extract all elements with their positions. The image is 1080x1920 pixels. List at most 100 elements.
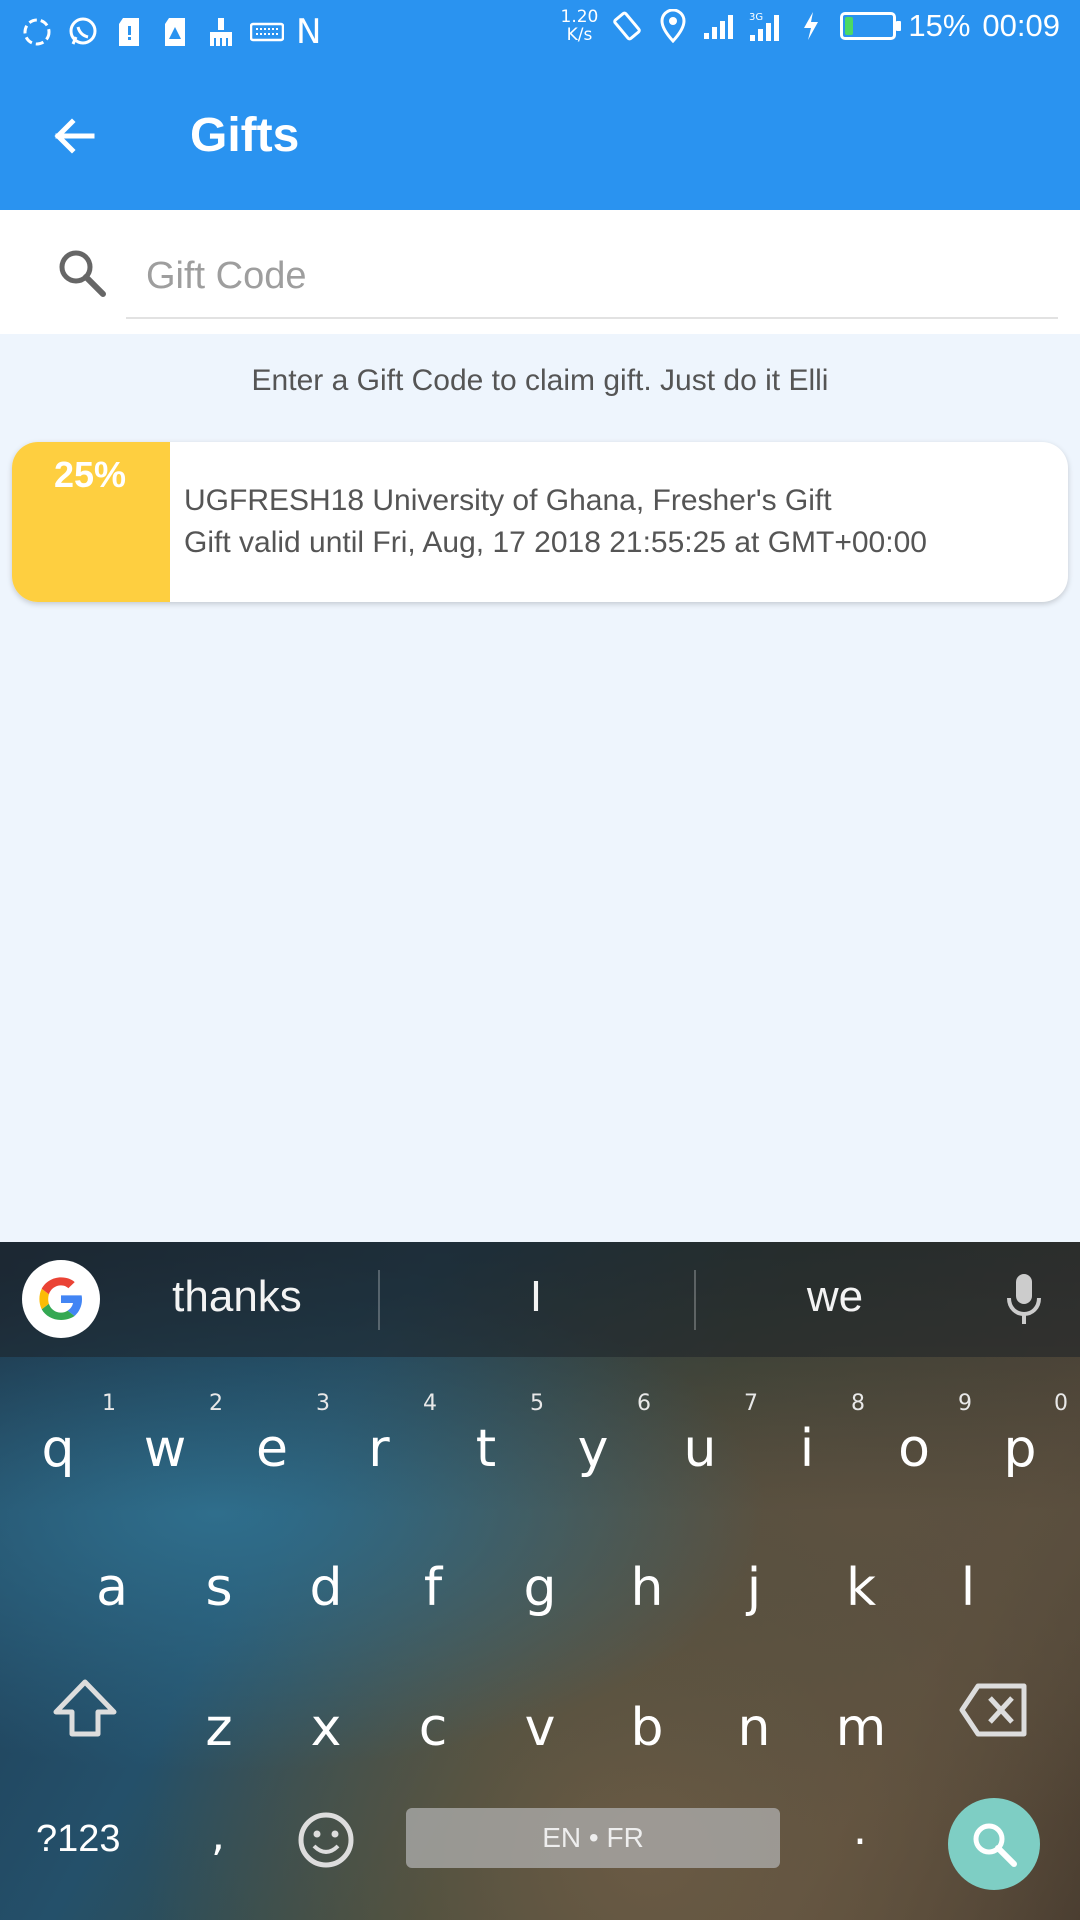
key-h[interactable]: h (607, 1558, 687, 1618)
key-g[interactable]: g (500, 1558, 580, 1618)
shift-icon (53, 1679, 117, 1737)
keyboard: thanks I we q1 w2 e3 r4 t5 y6 u7 i8 o9 p… (0, 1242, 1080, 1920)
suggestion-2[interactable]: I (436, 1272, 636, 1322)
key-number-hint: 5 (530, 1391, 544, 1416)
network-speed-value: 1.20 (560, 7, 599, 27)
suggestion-3[interactable]: we (735, 1272, 935, 1322)
battery-percent: 15% (908, 8, 971, 43)
key-number-hint: 3 (316, 1391, 330, 1416)
key-label: e (256, 1419, 288, 1479)
page-title: Gifts (190, 109, 300, 162)
gift-validity: Gift valid until Fri, Aug, 17 2018 21:55… (184, 526, 927, 559)
key-f[interactable]: f (393, 1558, 473, 1618)
storage-warning-icon (158, 15, 192, 49)
key-w[interactable]: w2 (125, 1391, 223, 1479)
suggestion-divider (378, 1270, 380, 1330)
signal-3g-label: 3G (749, 12, 763, 23)
key-number-hint: 2 (209, 1391, 223, 1416)
key-m[interactable]: m (821, 1698, 901, 1758)
sd-card-icon (112, 15, 146, 49)
search-action-button[interactable] (948, 1798, 1040, 1890)
arrow-back-icon (54, 118, 95, 154)
app-bar: Gifts (0, 62, 1080, 210)
key-label: w (143, 1419, 187, 1479)
battery-icon (840, 12, 902, 40)
rotate-icon (610, 9, 644, 43)
key-s[interactable]: s (179, 1558, 259, 1618)
battery-fill (845, 17, 853, 35)
key-n[interactable]: n (714, 1698, 794, 1758)
whatsapp-icon (66, 15, 100, 49)
google-icon[interactable] (22, 1260, 100, 1338)
n-icon: N (296, 12, 322, 52)
discount-value: 25% (54, 454, 127, 495)
gift-code-input[interactable] (126, 235, 1058, 319)
key-j[interactable]: j (714, 1558, 794, 1618)
key-a[interactable]: a (72, 1558, 152, 1618)
gift-code-search (0, 210, 1080, 334)
suggestion-1[interactable]: thanks (137, 1272, 337, 1322)
search-icon (973, 1823, 1017, 1867)
key-label: u (683, 1419, 717, 1479)
gift-card[interactable]: 25% UGFRESH18 University of Ghana, Fresh… (12, 442, 1068, 602)
key-number-hint: 7 (744, 1391, 758, 1416)
key-label: i (799, 1419, 815, 1479)
key-number-hint: 9 (958, 1391, 972, 1416)
key-k[interactable]: k (821, 1558, 901, 1618)
backspace-icon (959, 1683, 1027, 1737)
key-z[interactable]: z (179, 1698, 259, 1758)
emoji-key[interactable] (296, 1810, 356, 1875)
key-o[interactable]: o9 (874, 1391, 972, 1479)
key-b[interactable]: b (607, 1698, 687, 1758)
key-i[interactable]: i8 (767, 1391, 865, 1479)
key-label: r (368, 1419, 390, 1479)
space-key[interactable]: EN • FR (406, 1808, 780, 1868)
shift-key[interactable] (50, 1676, 120, 1745)
back-button[interactable] (44, 106, 104, 166)
key-y[interactable]: y6 (553, 1391, 651, 1479)
key-number-hint: 4 (423, 1391, 437, 1416)
network-speed-unit: K/s (566, 25, 593, 45)
symbols-key[interactable]: ?123 (36, 1818, 121, 1861)
gift-title: UGFRESH18 University of Ghana, Fresher's… (184, 484, 832, 517)
charging-icon (794, 9, 828, 43)
key-number-hint: 1 (102, 1391, 116, 1416)
cleaner-icon (204, 15, 238, 49)
key-number-hint: 6 (637, 1391, 651, 1416)
hint-text: Enter a Gift Code to claim gift. Just do… (251, 364, 829, 397)
signal-3g-icon: 3G (748, 9, 782, 43)
period-key[interactable]: . (820, 1804, 900, 1855)
location-icon (656, 9, 690, 43)
key-r[interactable]: r4 (339, 1391, 437, 1479)
sync-icon (20, 15, 54, 49)
search-icon (59, 250, 106, 297)
key-q[interactable]: q1 (18, 1391, 116, 1479)
key-u[interactable]: u7 (660, 1391, 758, 1479)
microphone-icon[interactable] (1004, 1272, 1044, 1328)
key-label: t (475, 1419, 497, 1479)
key-v[interactable]: v (500, 1698, 580, 1758)
suggestion-divider (694, 1270, 696, 1330)
notification-icons: N (20, 12, 321, 52)
key-c[interactable]: c (393, 1698, 473, 1758)
key-e[interactable]: e3 (232, 1391, 330, 1479)
status-bar: N 1.20 K/s 3G 15% 00:09 (0, 0, 1080, 62)
google-g-logo (39, 1277, 82, 1320)
network-speed: 1.20 K/s (561, 8, 599, 44)
clock: 00:09 (982, 8, 1060, 43)
suggestion-strip: thanks I we (0, 1242, 1080, 1357)
key-d[interactable]: d (286, 1558, 366, 1618)
key-x[interactable]: x (286, 1698, 366, 1758)
comma-key[interactable]: , (178, 1810, 258, 1861)
keyboard-icon (250, 15, 284, 49)
backspace-key[interactable] (958, 1682, 1030, 1743)
key-label: y (577, 1419, 609, 1479)
key-l[interactable]: l (928, 1558, 1008, 1618)
system-icons: 1.20 K/s 3G 15% 00:09 (561, 8, 1060, 44)
key-label: o (898, 1419, 930, 1479)
key-t[interactable]: t5 (446, 1391, 544, 1479)
key-label: q (41, 1419, 75, 1479)
key-p[interactable]: p0 (980, 1391, 1068, 1479)
key-number-hint: 0 (1054, 1391, 1068, 1416)
signal-icon (702, 9, 736, 43)
